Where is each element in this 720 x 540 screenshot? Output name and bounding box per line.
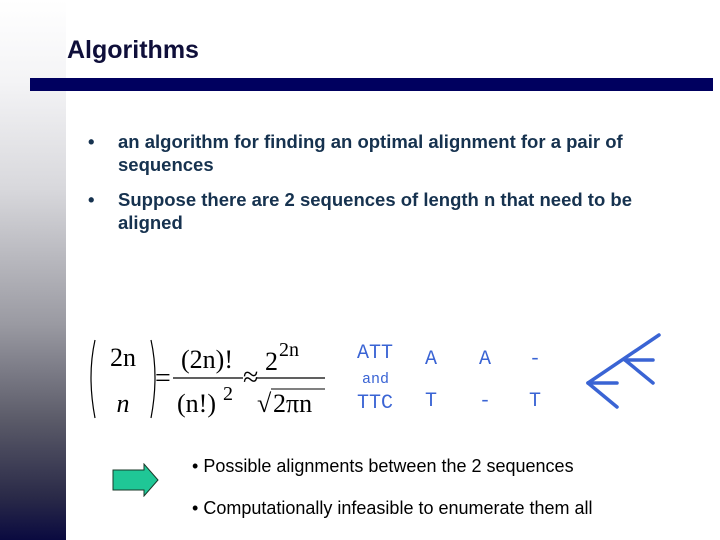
title-divider [30,78,713,91]
branching-tree-icon [586,333,661,409]
sequence-1: ATT [357,342,394,365]
sub-bullet-text: Computationally infeasible to enumerate … [203,498,593,518]
bullet-text: an algorithm for finding an optimal alig… [118,131,623,175]
sub-bullet-list: • Possible alignments between the 2 sequ… [192,455,593,539]
bullet-item: • an algorithm for finding an optimal al… [88,130,688,176]
alignment-col3-top: - [529,348,542,371]
bullet-list: • an algorithm for finding an optimal al… [88,130,688,246]
bullet-item: • Suppose there are 2 sequences of lengt… [88,188,688,234]
sub-bullet-marker: • [192,498,199,518]
equals-sign: = [155,363,171,394]
sub-bullet-text: Possible alignments between the 2 sequen… [203,456,574,476]
approx-denominator: 2πn [273,389,312,418]
binomial-formula: 2n n = (2n)! (n!) 2 ≈ 2 2n √ 2πn [90,339,325,419]
alignment-col3-bottom: T [529,390,542,413]
alignment-col2-bottom: - [479,390,492,413]
alignment-col1-top: A [425,348,438,371]
right-arrow-icon [112,463,159,497]
bullet-marker: • [88,189,95,210]
fraction-numerator: (2n)! [181,345,233,374]
approx-numerator-exponent: 2n [279,339,299,361]
alignment-col1-bottom: T [425,390,438,413]
sub-bullet-item: • Possible alignments between the 2 sequ… [192,455,593,477]
sequence-connector: and [362,371,390,388]
fraction-denominator: (n!) [177,389,216,418]
alignment-col2-top: A [479,348,492,371]
binom-bottom: n [117,389,130,418]
sequence-2: TTC [357,392,394,415]
sub-bullet-marker: • [192,456,199,476]
approx-numerator-base: 2 [265,347,278,376]
fraction-denominator-exponent: 2 [223,383,233,405]
bullet-text: Suppose there are 2 sequences of length … [118,189,632,233]
sqrt-sign: √ [257,389,272,418]
bullet-marker: • [88,131,95,152]
binom-top: 2n [110,343,136,372]
sub-bullet-item: • Computationally infeasible to enumerat… [192,497,593,519]
slide-title: Algorithms [67,36,199,64]
